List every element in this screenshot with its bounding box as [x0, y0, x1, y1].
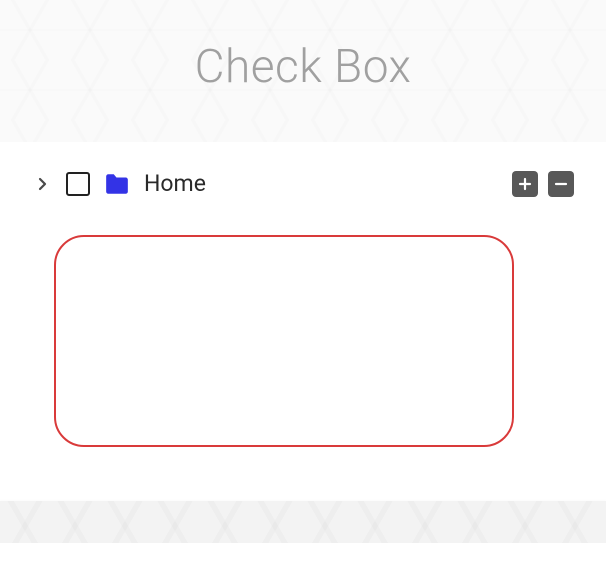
page-header: Check Box [0, 0, 606, 142]
content-area: Home [0, 142, 606, 467]
tree-actions [512, 171, 574, 197]
tree-node-left: Home [36, 170, 500, 197]
footer-strip [0, 501, 606, 543]
folder-icon [104, 173, 130, 195]
page-title: Check Box [195, 40, 412, 94]
highlight-annotation-box [54, 235, 514, 447]
collapse-all-button[interactable] [548, 171, 574, 197]
chevron-right-icon[interactable] [36, 178, 48, 190]
checkbox[interactable] [66, 172, 90, 196]
expand-all-button[interactable] [512, 171, 538, 197]
tree-root-row: Home [36, 170, 574, 197]
tree-node-label[interactable]: Home [144, 170, 206, 197]
